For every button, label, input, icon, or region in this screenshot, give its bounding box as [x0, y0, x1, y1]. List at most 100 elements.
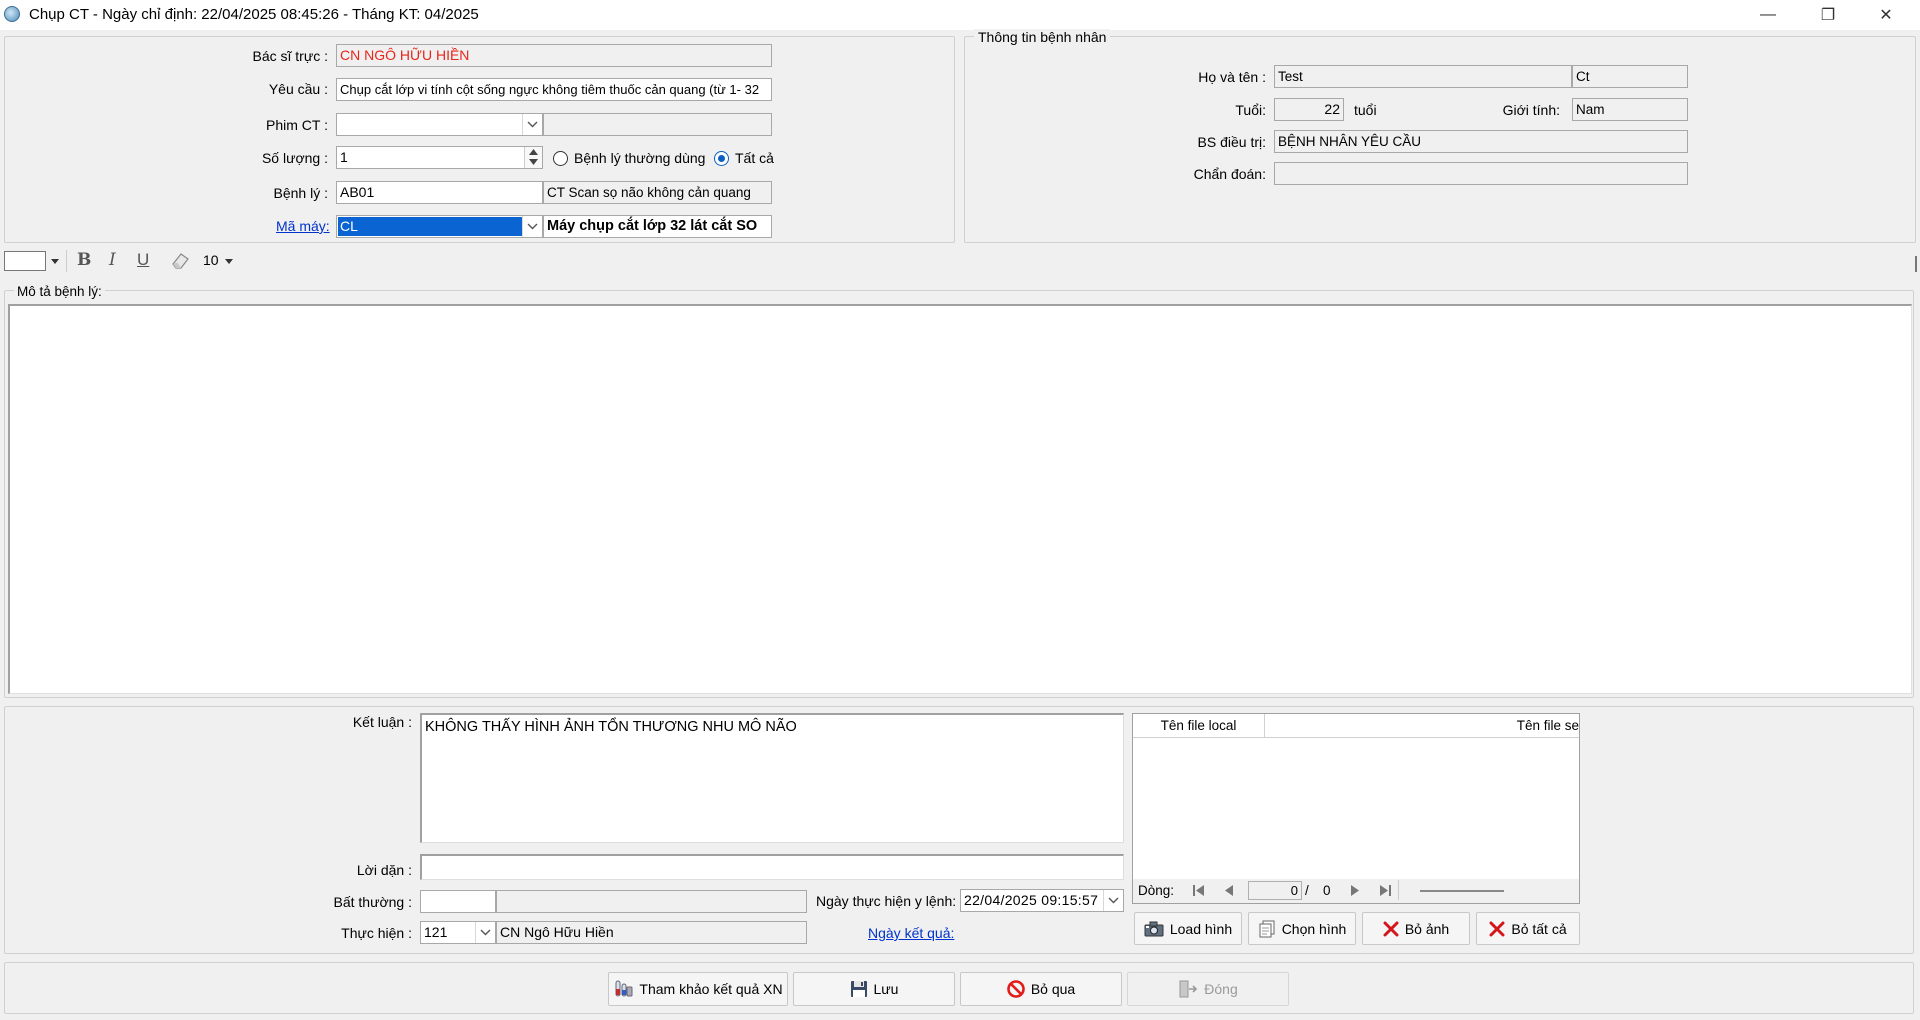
- ngay-thuc-hien-picker[interactable]: 22/04/2025 09:15:57: [960, 889, 1124, 912]
- benh-ly-desc-field: CT Scan sọ não không cản quang: [543, 181, 772, 204]
- cancel-icon: [1007, 980, 1025, 998]
- patient-info-title: Thông tin bệnh nhân: [974, 29, 1111, 45]
- title-bar: Chụp CT - Ngày chỉ định: 22/04/2025 08:4…: [0, 0, 1920, 30]
- thuc-hien-name-field: CN Ngô Hữu Hiền: [496, 921, 807, 944]
- chevron-down-icon: [527, 121, 538, 128]
- bac-si-truc-label: Bác sĩ trực :: [252, 48, 329, 64]
- color-picker[interactable]: [4, 251, 46, 271]
- phim-ct-dropdown-button[interactable]: [522, 114, 542, 135]
- next-record-icon[interactable]: [1350, 884, 1360, 897]
- benh-ly-code-field[interactable]: AB01: [336, 181, 543, 204]
- col-file-local[interactable]: Tên file local: [1133, 714, 1265, 738]
- phim-ct-combo[interactable]: [336, 113, 543, 136]
- restore-button[interactable]: ❐: [1800, 0, 1856, 30]
- italic-button[interactable]: I: [109, 250, 116, 270]
- phim-ct-value: [337, 123, 343, 127]
- copy-files-icon: [1259, 920, 1275, 937]
- minimize-button[interactable]: —: [1740, 0, 1796, 30]
- remove-all-label: Bỏ tất cả: [1511, 920, 1567, 937]
- ten-field: Ct: [1572, 65, 1688, 88]
- radio-tat-ca-label[interactable]: Tất cả: [735, 150, 774, 166]
- thuc-hien-dropdown-button[interactable]: [475, 922, 495, 943]
- close-form-button[interactable]: Đóng: [1127, 972, 1289, 1006]
- file-grid: Tên file local Tên file se: [1132, 713, 1580, 904]
- order-panel: [4, 36, 955, 243]
- close-button[interactable]: ✕: [1858, 0, 1914, 30]
- remove-image-button[interactable]: Bỏ ảnh: [1362, 912, 1470, 945]
- loi-dan-field[interactable]: [420, 854, 1124, 880]
- radio-benh-ly-thuong-dung-label[interactable]: Bệnh lý thường dùng: [574, 150, 705, 166]
- yeu-cau-label: Yêu cầu :: [268, 81, 328, 97]
- nav-slider[interactable]: [1420, 890, 1504, 892]
- gioi-tinh-label: Giới tính:: [1502, 102, 1560, 118]
- ket-luan-field[interactable]: KHÔNG THẤY HÌNH ẢNH TỔN THƯƠNG NHU MÔ NÃ…: [420, 713, 1124, 843]
- eraser-icon[interactable]: [170, 252, 190, 270]
- ho-ten-label: Họ và tên :: [1198, 69, 1266, 85]
- first-record-icon[interactable]: [1192, 884, 1206, 897]
- tuoi-unit: tuổi: [1354, 102, 1377, 118]
- remove-all-images-button[interactable]: Bỏ tất cả: [1476, 912, 1580, 945]
- load-image-label: Load hình: [1169, 920, 1233, 937]
- date-dropdown-button[interactable]: [1103, 890, 1123, 911]
- red-x-icon: [1383, 921, 1399, 936]
- spin-up-icon[interactable]: [529, 149, 538, 155]
- ma-may-value: CL: [338, 217, 522, 236]
- reference-results-label: Tham khảo kết quả XN: [639, 981, 783, 997]
- spin-down-icon[interactable]: [529, 159, 538, 165]
- so-luong-spinner[interactable]: [524, 147, 542, 168]
- phim-ct-label: Phim CT :: [266, 117, 328, 133]
- description-editor[interactable]: [8, 304, 1912, 694]
- ma-may-combo[interactable]: CL: [336, 215, 543, 238]
- nav-separator: /: [1305, 883, 1309, 898]
- toolbar-divider: [66, 250, 67, 272]
- yeu-cau-field[interactable]: Chụp cắt lớp vi tính cột sống ngực không…: [336, 78, 772, 101]
- font-size-value[interactable]: 10: [203, 252, 219, 268]
- so-luong-label: Số lượng :: [261, 150, 328, 166]
- chan-doan-label: Chẩn đoán:: [1193, 166, 1266, 182]
- save-label: Lưu: [873, 981, 899, 997]
- radio-tat-ca[interactable]: [714, 151, 729, 166]
- ma-may-dropdown-button[interactable]: [522, 216, 542, 237]
- prev-record-icon[interactable]: [1224, 884, 1234, 897]
- thuc-hien-label: Thực hiện :: [341, 925, 412, 941]
- thuc-hien-code: 121: [424, 924, 448, 940]
- load-image-button[interactable]: Load hình: [1134, 912, 1242, 945]
- nav-total: 0: [1323, 883, 1331, 898]
- chevron-down-icon: [527, 223, 538, 230]
- phim-ct-desc-field: [543, 113, 772, 136]
- choose-image-button[interactable]: Chọn hình: [1248, 912, 1356, 945]
- bat-thuong-code-field[interactable]: [420, 890, 496, 913]
- chevron-down-icon: [480, 929, 491, 936]
- so-luong-value: 1: [340, 149, 348, 165]
- col-file-server[interactable]: Tên file se: [1266, 714, 1579, 738]
- window-title: Chụp CT - Ngày chỉ định: 22/04/2025 08:4…: [29, 6, 479, 23]
- nav-divider: [1398, 880, 1399, 900]
- bat-thuong-label: Bất thường :: [333, 894, 412, 910]
- last-record-icon[interactable]: [1378, 884, 1392, 897]
- nav-label: Dòng:: [1138, 883, 1175, 898]
- ma-may-link[interactable]: Mã máy:: [276, 218, 330, 234]
- ma-may-desc-field: Máy chụp cắt lớp 32 lát cắt SO: [543, 215, 772, 238]
- floppy-disk-icon: [850, 981, 867, 997]
- ket-luan-label: Kết luận :: [352, 714, 412, 730]
- red-x-icon: [1489, 921, 1505, 936]
- gioi-tinh-field: Nam: [1572, 98, 1688, 121]
- scroll-marker: [1915, 256, 1917, 272]
- so-luong-field[interactable]: 1: [336, 146, 543, 169]
- choose-image-label: Chọn hình: [1281, 920, 1347, 937]
- nav-current[interactable]: 0: [1248, 881, 1302, 900]
- reference-results-button[interactable]: Tham khảo kết quả XN: [608, 972, 788, 1006]
- bac-si-truc-field[interactable]: CN NGÔ HỮU HIỀN: [336, 44, 772, 67]
- color-dropdown-icon[interactable]: [51, 259, 59, 264]
- underline-button[interactable]: U: [137, 250, 149, 270]
- bold-button[interactable]: B: [77, 250, 91, 270]
- skip-button[interactable]: Bỏ qua: [960, 972, 1122, 1006]
- font-size-dropdown-icon[interactable]: [225, 259, 233, 264]
- thuc-hien-combo[interactable]: 121: [420, 921, 496, 944]
- ngay-ket-qua-link[interactable]: Ngày kết quả:: [868, 925, 954, 941]
- radio-benh-ly-thuong-dung[interactable]: [553, 151, 568, 166]
- bat-thuong-desc-field: [496, 890, 807, 913]
- save-button[interactable]: Lưu: [793, 972, 955, 1006]
- exit-door-icon: [1179, 980, 1198, 998]
- skip-label: Bỏ qua: [1030, 981, 1076, 997]
